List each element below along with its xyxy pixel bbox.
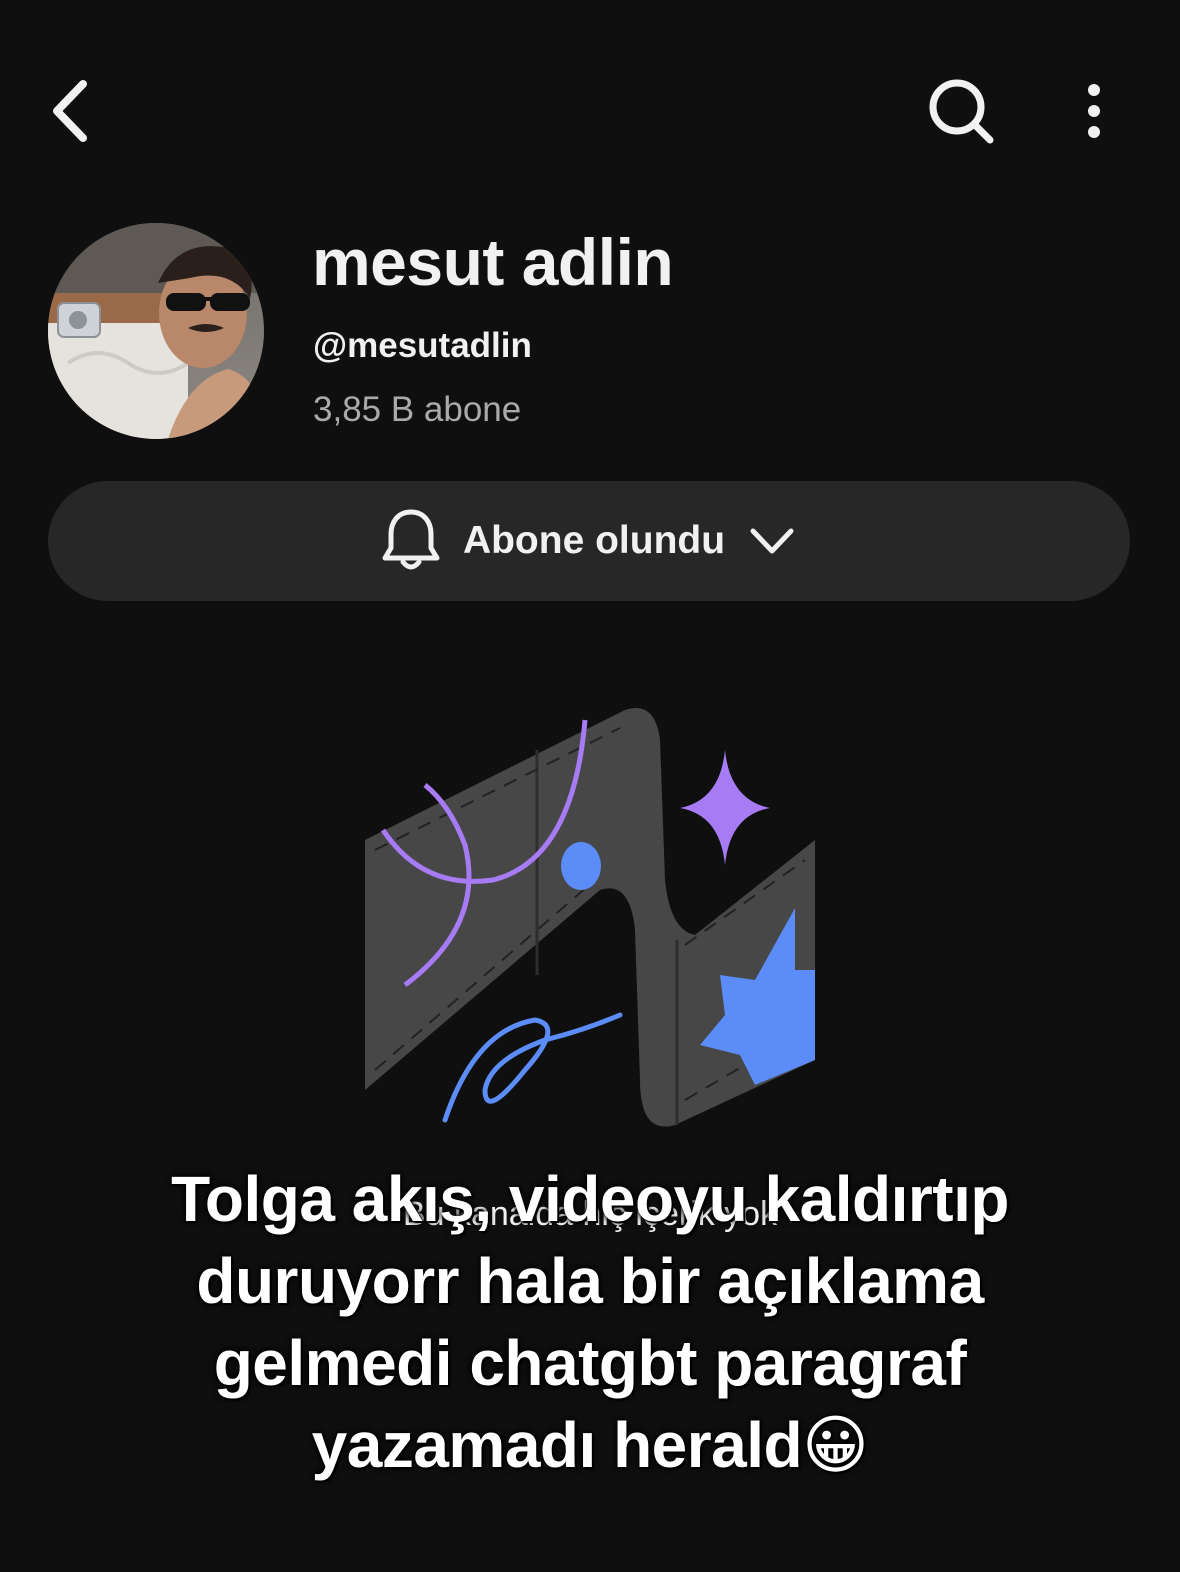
bell-icon (382, 509, 440, 570)
subscribed-label: Abone olundu (462, 519, 726, 562)
channel-avatar[interactable] (48, 223, 264, 439)
top-bar (0, 0, 1180, 220)
channel-handle: @mesutadlin (313, 326, 532, 365)
chevron-left-icon (53, 80, 87, 142)
search-icon (929, 79, 994, 144)
avatar-image (48, 223, 264, 439)
empty-state-illustration (355, 700, 825, 1130)
subscribed-button[interactable]: Abone olundu (48, 481, 1130, 601)
channel-name: mesut adlin (312, 225, 674, 299)
more-options-button[interactable] (1058, 66, 1130, 156)
search-button[interactable] (915, 66, 1007, 156)
more-vertical-icon (1088, 84, 1100, 138)
chevron-down-icon (750, 528, 794, 554)
overlay-caption: Tolga akış, videoyu kaldırtıp duruyorr h… (171, 1163, 1009, 1481)
subscriber-count: 3,85 B abone (313, 390, 522, 429)
back-button[interactable] (30, 66, 110, 156)
